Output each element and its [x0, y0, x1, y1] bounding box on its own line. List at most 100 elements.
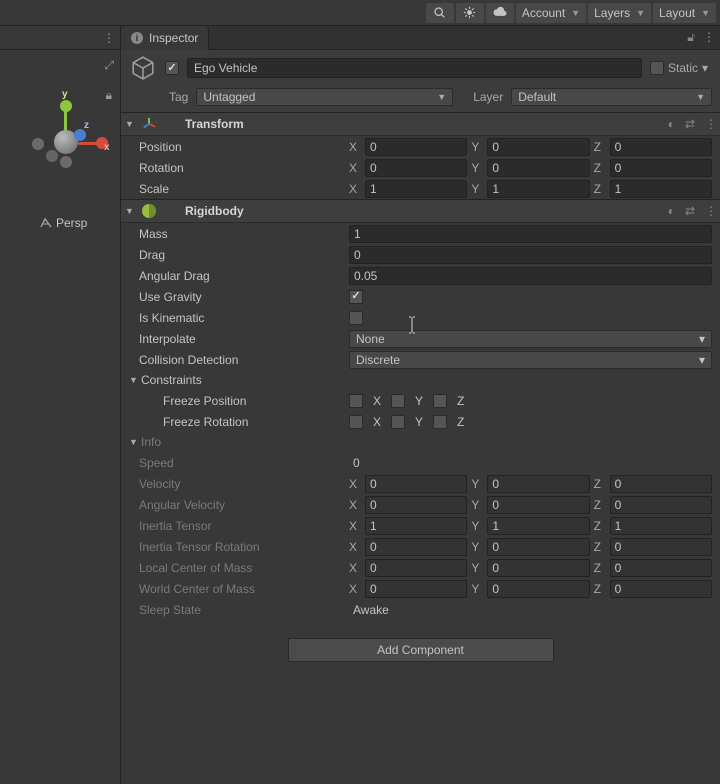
- velocity-label: Velocity: [139, 477, 349, 491]
- scale-x-input[interactable]: 1: [365, 180, 467, 198]
- foldout-icon[interactable]: ▼: [125, 119, 135, 129]
- collision-dropdown[interactable]: Discrete▾: [349, 351, 712, 369]
- chevron-down-icon: ▼: [571, 8, 580, 18]
- freeze-pos-z-checkbox[interactable]: [433, 394, 447, 408]
- info-icon: i: [131, 32, 143, 44]
- constraints-label: Constraints: [141, 373, 202, 387]
- tensorrot-x: 0: [365, 538, 467, 556]
- chevron-down-icon: ▾: [699, 353, 705, 367]
- tag-label: Tag: [169, 90, 188, 104]
- component-title: Rigidbody: [185, 204, 244, 218]
- angvel-y: 0: [487, 496, 589, 514]
- sleep-state-value: Awake: [349, 603, 712, 617]
- axis-x-label: x: [104, 142, 110, 153]
- is-kinematic-checkbox[interactable]: [349, 311, 363, 325]
- lock-icon[interactable]: 🔒︎: [106, 88, 112, 103]
- world-com-label: World Center of Mass: [139, 582, 349, 596]
- freeze-rot-z-checkbox[interactable]: [433, 415, 447, 429]
- chevron-down-icon: ▼: [437, 92, 446, 102]
- help-icon[interactable]: ◐: [668, 204, 675, 218]
- editor-top-toolbar: Account▼ Layers▼ Layout▼: [0, 0, 720, 26]
- light-icon[interactable]: [456, 3, 484, 23]
- tensor-y: 1: [487, 517, 589, 535]
- sleep-state-label: Sleep State: [139, 603, 349, 617]
- inspector-object-header: Ego Vehicle Static ▾: [121, 50, 720, 86]
- scene-view-panel: ⋮ ⤢ 🔒︎ x y z Persp: [0, 26, 121, 784]
- component-header-transform[interactable]: ▼ Transform ◐ ⇄ ⋮: [121, 112, 720, 136]
- mass-input[interactable]: 1: [349, 225, 712, 243]
- tag-dropdown[interactable]: Untagged▼: [196, 88, 453, 106]
- mass-label: Mass: [139, 227, 349, 241]
- freeze-rot-y-checkbox[interactable]: [391, 415, 405, 429]
- kebab-icon[interactable]: ⋮: [705, 117, 716, 131]
- static-dropdown[interactable]: ▾: [702, 63, 712, 73]
- angvel-x: 0: [365, 496, 467, 514]
- add-component-button[interactable]: Add Component: [288, 638, 554, 662]
- layer-dropdown[interactable]: Default▼: [511, 88, 712, 106]
- position-z-input[interactable]: 0: [610, 138, 712, 156]
- layout-dropdown[interactable]: Layout▼: [653, 3, 716, 23]
- scale-y-input[interactable]: 1: [487, 180, 589, 198]
- wcom-z: 0: [610, 580, 712, 598]
- chevron-down-icon: ▾: [699, 332, 705, 346]
- foldout-icon[interactable]: ▼: [129, 437, 139, 447]
- freeze-pos-y-checkbox[interactable]: [391, 394, 405, 408]
- position-x-input[interactable]: 0: [365, 138, 467, 156]
- speed-value: 0: [349, 456, 712, 470]
- lock-icon[interactable]: 🔓︎: [687, 30, 695, 45]
- kebab-icon[interactable]: ⋮: [705, 204, 716, 218]
- transform-icon: [141, 116, 157, 132]
- gameobject-icon[interactable]: [129, 54, 157, 82]
- kebab-icon[interactable]: ⋮: [103, 31, 114, 45]
- angular-drag-input[interactable]: 0.05: [349, 267, 712, 285]
- rotation-x-input[interactable]: 0: [365, 159, 467, 177]
- cloud-icon[interactable]: [486, 3, 514, 23]
- scene-view-header: ⋮: [0, 26, 120, 50]
- rotation-y-input[interactable]: 0: [487, 159, 589, 177]
- tab-inspector[interactable]: i Inspector: [121, 26, 209, 50]
- angular-drag-label: Angular Drag: [139, 269, 349, 283]
- freeze-position-label: Freeze Position: [163, 394, 349, 408]
- expand-icon[interactable]: ⤢: [104, 58, 114, 73]
- kebab-icon[interactable]: ⋮: [703, 30, 714, 45]
- position-y-input[interactable]: 0: [487, 138, 589, 156]
- inspector-tabbar: i Inspector 🔓︎ ⋮: [121, 26, 720, 50]
- drag-input[interactable]: 0: [349, 246, 712, 264]
- lcom-y: 0: [487, 559, 589, 577]
- preset-icon[interactable]: ⇄: [685, 117, 695, 131]
- component-title: Transform: [185, 117, 244, 131]
- active-checkbox[interactable]: [165, 61, 179, 75]
- projection-toggle[interactable]: Persp: [40, 216, 87, 230]
- chevron-down-icon: ▼: [701, 8, 710, 18]
- layers-dropdown[interactable]: Layers▼: [588, 3, 651, 23]
- component-header-rigidbody[interactable]: ▼ Rigidbody ◐ ⇄ ⋮: [121, 199, 720, 223]
- static-checkbox[interactable]: [650, 61, 664, 75]
- help-icon[interactable]: ◐: [668, 117, 675, 131]
- freeze-rot-x-checkbox[interactable]: [349, 415, 363, 429]
- tensorrot-y: 0: [487, 538, 589, 556]
- wcom-x: 0: [365, 580, 467, 598]
- freeze-pos-x-checkbox[interactable]: [349, 394, 363, 408]
- velocity-y: 0: [487, 475, 589, 493]
- inertia-tensor-label: Inertia Tensor: [139, 519, 349, 533]
- foldout-icon[interactable]: ▼: [125, 206, 135, 216]
- freeze-rotation-label: Freeze Rotation: [163, 415, 349, 429]
- use-gravity-checkbox[interactable]: [349, 290, 363, 304]
- angvel-z: 0: [610, 496, 712, 514]
- interpolate-label: Interpolate: [139, 332, 349, 346]
- foldout-icon[interactable]: ▼: [129, 375, 139, 385]
- lcom-z: 0: [610, 559, 712, 577]
- account-dropdown[interactable]: Account▼: [516, 3, 586, 23]
- orientation-gizmo[interactable]: x y z: [26, 96, 106, 176]
- inertia-tensor-rotation-label: Inertia Tensor Rotation: [139, 540, 349, 554]
- preset-icon[interactable]: ⇄: [685, 204, 695, 218]
- interpolate-dropdown[interactable]: None▾: [349, 330, 712, 348]
- drag-label: Drag: [139, 248, 349, 262]
- object-name-input[interactable]: Ego Vehicle: [187, 58, 642, 78]
- local-com-label: Local Center of Mass: [139, 561, 349, 575]
- use-gravity-label: Use Gravity: [139, 290, 349, 304]
- rotation-z-input[interactable]: 0: [610, 159, 712, 177]
- scale-z-input[interactable]: 1: [610, 180, 712, 198]
- tag-layer-row: Tag Untagged▼ Layer Default▼: [121, 86, 720, 112]
- search-icon[interactable]: [426, 3, 454, 23]
